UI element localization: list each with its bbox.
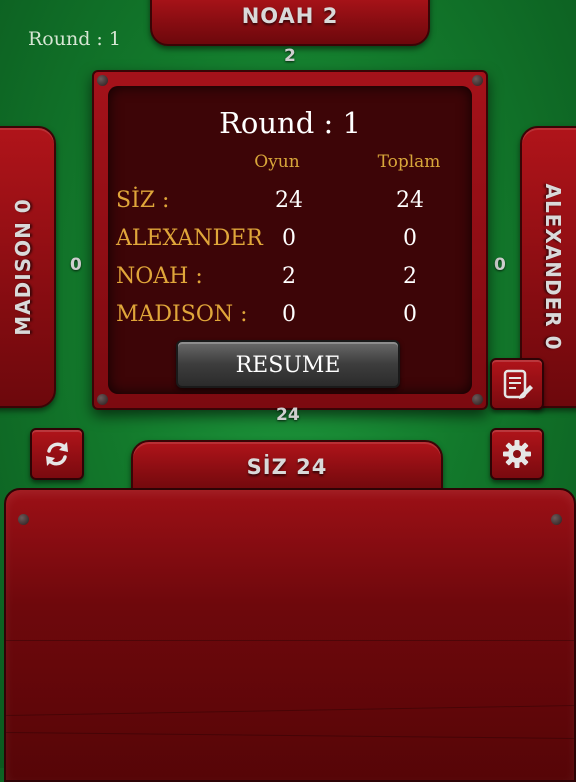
player-top-name: NOAH 2 xyxy=(241,4,339,28)
notes-edit-icon xyxy=(503,369,533,399)
player-bottom-name: SİZ 24 xyxy=(246,455,328,479)
score-row-total: 0 xyxy=(403,226,417,251)
score-row-game: 2 xyxy=(282,264,296,289)
score-row-total: 2 xyxy=(403,264,417,289)
notes-button[interactable] xyxy=(490,358,544,410)
bolt-decoration xyxy=(18,514,29,525)
score-row-total: 0 xyxy=(403,302,417,327)
bolt-decoration xyxy=(472,75,483,86)
score-row-name: MADISON : xyxy=(116,302,248,327)
refresh-icon xyxy=(46,442,68,466)
round-indicator: Round : 1 xyxy=(28,28,121,50)
player-bottom-score: 24 xyxy=(276,405,300,425)
score-row-game: 0 xyxy=(282,226,296,251)
column-header-total: Toplam xyxy=(377,152,441,172)
score-row-game: 24 xyxy=(275,188,303,213)
settings-button[interactable] xyxy=(490,428,544,480)
restart-button[interactable] xyxy=(30,428,84,480)
score-row-name: NOAH : xyxy=(116,264,203,289)
score-row-name: ALEXANDER xyxy=(116,226,263,251)
player-plate-left: MADISON 0 xyxy=(0,126,56,408)
score-row-total: 24 xyxy=(396,188,424,213)
gear-icon xyxy=(503,440,531,468)
scoreboard-title: Round : 1 xyxy=(219,106,361,140)
wood-grain xyxy=(6,732,574,739)
hand-area xyxy=(4,488,576,782)
player-right-score: 0 xyxy=(494,255,506,275)
score-row-game: 0 xyxy=(282,302,296,327)
player-right-name: ALEXANDER 0 xyxy=(541,183,565,351)
player-left-name: MADISON 0 xyxy=(11,198,35,336)
player-left-score: 0 xyxy=(70,255,82,275)
score-row-name: SİZ : xyxy=(116,188,170,213)
player-top-score: 2 xyxy=(284,46,296,66)
scoreboard-panel: Round : 1 Oyun Toplam SİZ : 24 24 ALEXAN… xyxy=(92,70,488,410)
wood-grain xyxy=(6,640,574,641)
resume-button[interactable]: RESUME xyxy=(176,340,400,388)
player-plate-top: NOAH 2 xyxy=(150,0,430,46)
bolt-decoration xyxy=(97,75,108,86)
bolt-decoration xyxy=(97,394,108,405)
column-header-game: Oyun xyxy=(254,152,300,172)
wood-grain xyxy=(6,705,574,716)
bolt-decoration xyxy=(551,514,562,525)
bolt-decoration xyxy=(472,394,483,405)
